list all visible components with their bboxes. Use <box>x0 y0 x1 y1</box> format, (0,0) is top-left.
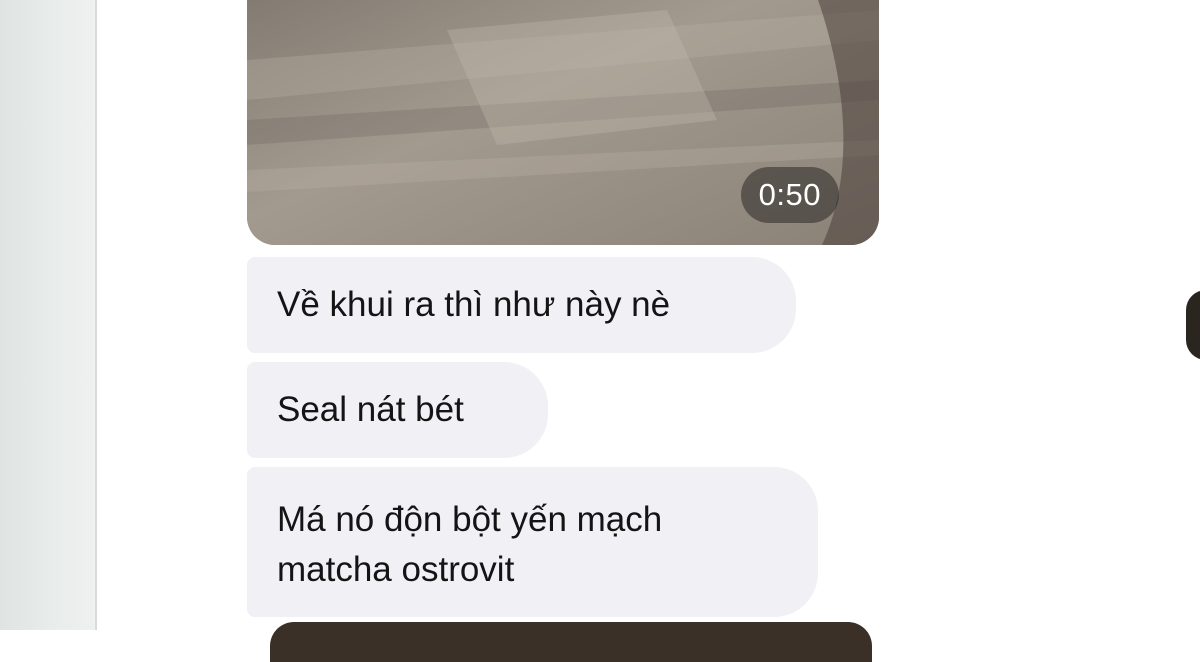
message-text: Về khui ra thì như này nè <box>277 285 671 324</box>
avatar[interactable] <box>1186 290 1200 360</box>
next-media-message[interactable] <box>270 622 872 662</box>
message-bubble[interactable]: Về khui ra thì như này nè <box>247 257 796 353</box>
message-text: Seal nát bét <box>277 390 464 429</box>
message-text-line: Má nó độn bột yến mạch <box>277 500 663 539</box>
video-duration-badge: 0:50 <box>740 167 839 223</box>
video-message[interactable]: 0:50 <box>247 0 879 245</box>
message-bubble[interactable]: Má nó độn bột yến mạch matcha ostrovit <box>247 467 818 617</box>
left-panel-edge <box>0 0 97 630</box>
message-text-line: matcha ostrovit <box>277 550 515 589</box>
message-bubble[interactable]: Seal nát bét <box>247 362 548 458</box>
